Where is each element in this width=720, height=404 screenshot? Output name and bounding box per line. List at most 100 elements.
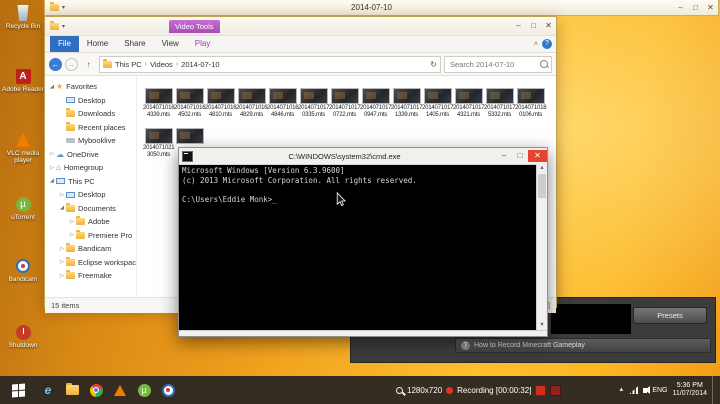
tree-expander-icon[interactable]: ▷	[58, 246, 66, 252]
forward-button[interactable]: →	[65, 57, 78, 71]
minimize-button[interactable]: –	[673, 2, 688, 14]
tree-expander-icon[interactable]: ▷	[48, 151, 56, 157]
language-indicator[interactable]: ENG	[652, 387, 667, 394]
tree-expander-icon[interactable]: ▷	[58, 273, 66, 279]
tree-expander-icon[interactable]: ▷	[68, 232, 76, 238]
file-item[interactable]: 2014071017 4321.mts	[453, 88, 485, 118]
chevron-down-icon[interactable]: ▾	[62, 23, 65, 30]
nav-item-documents[interactable]: ◢ Documents	[45, 202, 136, 216]
file-item[interactable]: 2014071017 0335.mts	[298, 88, 330, 118]
taskbar-app-ie[interactable]: e	[36, 376, 60, 404]
tree-expander-icon[interactable]: ▷	[48, 165, 56, 171]
nav-item-premiere-pro[interactable]: ▷ Premiere Pro	[45, 229, 136, 243]
breadcrumb[interactable]: This PC › Videos › 2014-07-10 ↻	[99, 55, 441, 73]
file-item[interactable]: 2014071016 4846.mts	[267, 88, 299, 118]
scroll-down-icon[interactable]: ▼	[537, 321, 547, 330]
file-item[interactable]: 2014071016 4502.mts	[174, 88, 206, 118]
tree-expander-icon[interactable]: ▷	[58, 192, 66, 198]
breadcrumb-item[interactable]: 2014-07-10	[180, 60, 220, 69]
tray-expand-icon[interactable]: ▲	[618, 387, 624, 393]
desktop-icon-bandicam[interactable]: Bandicam	[0, 256, 46, 283]
cmd-output[interactable]: Microsoft Windows [Version 6.3.9600] (c) …	[179, 164, 536, 330]
tree-expander-icon[interactable]: ◢	[58, 205, 66, 211]
search-box[interactable]	[444, 55, 552, 73]
desktop-icon-recycle-bin[interactable]: Recycle Bin	[0, 3, 46, 30]
breadcrumb-item[interactable]: This PC	[114, 60, 143, 69]
close-button[interactable]: ✕	[703, 2, 718, 14]
desktop-icon-utorrent[interactable]: µ uTorrent	[0, 194, 46, 221]
tree-expander-icon[interactable]: ◢	[48, 178, 56, 184]
collapse-ribbon-icon[interactable]: ˄	[534, 41, 538, 48]
pause-recording-button[interactable]	[550, 384, 562, 396]
tab-home[interactable]: Home	[79, 36, 116, 52]
file-item[interactable]: 2014071016 4829.mts	[236, 88, 268, 118]
file-item[interactable]: 2014071017 1339.mts	[391, 88, 423, 118]
maximize-button[interactable]: □	[512, 150, 528, 162]
presets-button[interactable]: Presets	[633, 307, 707, 324]
nav-item-adobe[interactable]: ▷ Adobe	[45, 215, 136, 229]
taskbar-app-utorrent[interactable]: µ	[132, 376, 156, 404]
nav-item-this-pc[interactable]: ◢ This PC	[45, 175, 136, 189]
tab-share[interactable]: Share	[116, 36, 153, 52]
tree-expander-icon[interactable]: ▷	[58, 259, 66, 265]
file-item[interactable]: 2014071016 4810.mts	[205, 88, 237, 118]
cmd-titlebar[interactable]: C:\WINDOWS\system32\cmd.exe – □ ✕	[179, 148, 547, 165]
show-desktop-button[interactable]	[712, 376, 717, 404]
maximize-button[interactable]: □	[688, 2, 703, 14]
explorer-titlebar[interactable]: ▾ Video Tools – □ ✕	[45, 17, 556, 36]
close-button[interactable]: ✕	[528, 150, 547, 162]
nav-item-mybooklive[interactable]: Mybooklive	[45, 134, 136, 148]
taskbar-app-chrome[interactable]	[84, 376, 108, 404]
tab-view[interactable]: View	[154, 36, 187, 52]
search-input[interactable]	[448, 58, 540, 70]
clock[interactable]: 5:36 PM 11/07/2014	[672, 382, 707, 398]
nav-item-freemake[interactable]: ▷ Freemake	[45, 269, 136, 283]
taskbar-app-explorer[interactable]	[60, 376, 84, 404]
refresh-icon[interactable]: ↻	[430, 60, 437, 69]
recorder-help-bar[interactable]: ? How to Record Minecraft Gameplay	[455, 338, 711, 353]
taskbar-app-vlc[interactable]	[108, 376, 132, 404]
chevron-down-icon[interactable]: ▾	[62, 4, 65, 11]
desktop-icon-adobe-reader[interactable]: A Adobe Reader	[0, 66, 46, 93]
taskbar-app-bandicam[interactable]	[156, 376, 180, 404]
stop-recording-button[interactable]	[535, 384, 547, 396]
help-icon[interactable]: ?	[542, 39, 552, 49]
background-window-titlebar[interactable]: ▾ 2014-07-10 – □ ✕	[44, 0, 719, 16]
start-button[interactable]	[0, 376, 36, 404]
network-icon[interactable]	[629, 386, 639, 394]
nav-item-eclipse-workspace[interactable]: ▷ Eclipse workspace	[45, 256, 136, 270]
file-item[interactable]: 2014071021 3050.mts	[143, 128, 175, 158]
file-item[interactable]: 2014071016 4339.mts	[143, 88, 175, 118]
tab-file[interactable]: File	[50, 36, 79, 52]
file-item[interactable]: 2014071017 1405.mts	[422, 88, 454, 118]
nav-item-favorites[interactable]: ◢ ★ Favorites	[45, 80, 136, 94]
nav-item-desktop[interactable]: Desktop	[45, 94, 136, 108]
back-button[interactable]: ←	[49, 57, 62, 71]
tree-expander-icon[interactable]: ◢	[48, 84, 56, 90]
file-item[interactable]: 2014071017 0722.mts	[329, 88, 361, 118]
nav-item-homegroup[interactable]: ▷ ⌂ Homegroup	[45, 161, 136, 175]
file-item[interactable]: 2014071017 5332.mts	[484, 88, 516, 118]
nav-item-downloads[interactable]: Downloads	[45, 107, 136, 121]
tree-expander-icon[interactable]: ▷	[68, 219, 76, 225]
maximize-button[interactable]: □	[526, 20, 541, 32]
breadcrumb-item[interactable]: Videos	[149, 60, 174, 69]
volume-icon[interactable]	[643, 385, 651, 394]
file-item[interactable]: 2014071018 0106.mts	[515, 88, 547, 118]
nav-item-desktop[interactable]: ▷ Desktop	[45, 188, 136, 202]
minimize-button[interactable]: –	[496, 150, 512, 162]
close-button[interactable]: ✕	[541, 20, 556, 32]
cmd-horizontal-scrollbar[interactable]	[179, 330, 547, 336]
cmd-vertical-scrollbar[interactable]: ▲ ▼	[536, 164, 547, 330]
nav-item-bandicam[interactable]: ▷ Bandicam	[45, 242, 136, 256]
scrollbar-thumb[interactable]	[538, 174, 546, 198]
minimize-button[interactable]: –	[511, 20, 526, 32]
desktop-icon-shutdown[interactable]: Shutdown	[0, 322, 46, 349]
file-item[interactable]: 2014071017 0947.mts	[360, 88, 392, 118]
nav-item-recent-places[interactable]: Recent places	[45, 121, 136, 135]
nav-item-onedrive[interactable]: ▷ ☁ OneDrive	[45, 148, 136, 162]
up-button[interactable]: ↑	[81, 57, 96, 72]
desktop-icon-vlc[interactable]: VLC media player	[0, 130, 46, 164]
tab-play[interactable]: Play	[187, 36, 219, 52]
scroll-up-icon[interactable]: ▲	[537, 164, 547, 173]
